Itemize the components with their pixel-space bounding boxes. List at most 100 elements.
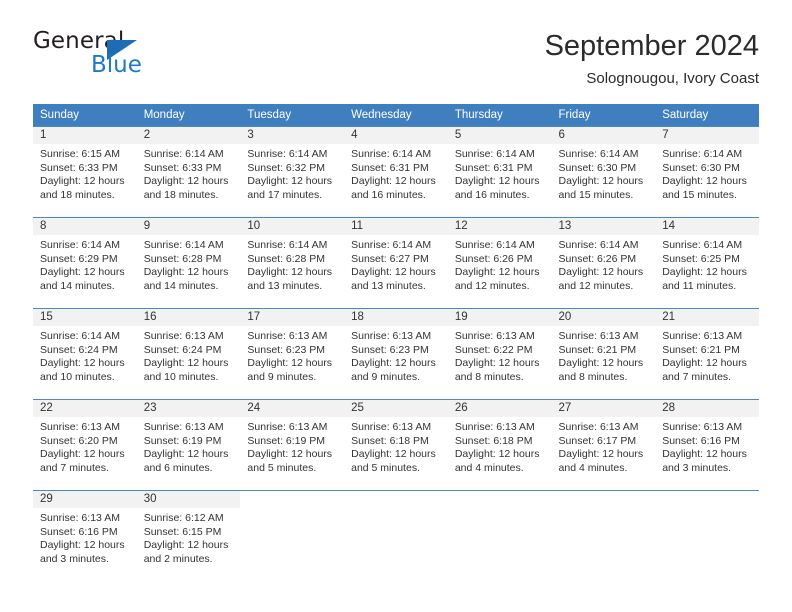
- daylight-text-line2: and 5 minutes.: [351, 461, 420, 474]
- daylight-text-line1: Daylight: 12 hours: [454, 266, 540, 279]
- calendar-day-cell[interactable]: 20 Sunrise: 6:13 AM Sunset: 6:21 PM Dayl…: [551, 308, 656, 400]
- daylight-text-line1: Daylight: 12 hours: [143, 175, 229, 188]
- sunrise-text: Sunrise: 6:13 AM: [40, 512, 120, 524]
- daylight-text-line2: and 16 minutes.: [351, 188, 426, 201]
- daylight-text-line1: Daylight: 12 hours: [247, 175, 333, 188]
- day-details: Sunrise: 6:14 AM Sunset: 6:25 PM Dayligh…: [655, 235, 759, 293]
- day-number: 28: [655, 400, 759, 417]
- daylight-text-line1: Daylight: 12 hours: [662, 448, 747, 461]
- day-details: Sunrise: 6:12 AM Sunset: 6:15 PM Dayligh…: [137, 508, 241, 566]
- sunset-text: Sunset: 6:29 PM: [40, 252, 118, 265]
- calendar-day-cell[interactable]: 18 Sunrise: 6:13 AM Sunset: 6:23 PM Dayl…: [344, 308, 448, 400]
- day-number: 10: [240, 218, 345, 235]
- day-details: Sunrise: 6:13 AM Sunset: 6:18 PM Dayligh…: [448, 417, 552, 475]
- day-details: Sunrise: 6:14 AM Sunset: 6:30 PM Dayligh…: [552, 144, 656, 202]
- day-details: Sunrise: 6:14 AM Sunset: 6:30 PM Dayligh…: [655, 144, 759, 202]
- calendar-day-cell[interactable]: 2 Sunrise: 6:14 AM Sunset: 6:33 PM Dayli…: [136, 126, 241, 218]
- daylight-text-line1: Daylight: 12 hours: [143, 448, 229, 461]
- weekday-header-thursday: Thursday: [447, 104, 552, 127]
- day-details: Sunrise: 6:13 AM Sunset: 6:17 PM Dayligh…: [552, 417, 656, 475]
- day-number: 5: [447, 127, 552, 144]
- daylight-text-line1: Daylight: 12 hours: [662, 175, 747, 188]
- sunset-text: Sunset: 6:18 PM: [351, 434, 429, 447]
- calendar-day-cell[interactable]: 21 Sunrise: 6:13 AM Sunset: 6:21 PM Dayl…: [655, 308, 759, 400]
- daylight-text-line2: and 18 minutes.: [143, 188, 219, 201]
- daylight-text-line2: and 7 minutes.: [662, 370, 732, 383]
- general-blue-logo[interactable]: General Blue: [33, 28, 233, 86]
- calendar-day-cell[interactable]: 25 Sunrise: 6:13 AM Sunset: 6:18 PM Dayl…: [344, 399, 448, 491]
- sunrise-text: Sunrise: 6:13 AM: [454, 330, 535, 342]
- daylight-text-line2: and 13 minutes.: [351, 279, 426, 292]
- calendar-day-cell[interactable]: 15 Sunrise: 6:14 AM Sunset: 6:24 PM Dayl…: [33, 308, 137, 400]
- daylight-text-line1: Daylight: 12 hours: [351, 266, 436, 279]
- sunset-text: Sunset: 6:24 PM: [143, 343, 222, 356]
- daylight-text-line2: and 8 minutes.: [454, 370, 524, 383]
- sunrise-text: Sunrise: 6:14 AM: [558, 239, 639, 251]
- calendar-day-cell[interactable]: 11 Sunrise: 6:14 AM Sunset: 6:27 PM Dayl…: [344, 217, 448, 309]
- daylight-text-line2: and 12 minutes.: [558, 279, 634, 292]
- day-number: 15: [33, 309, 137, 326]
- calendar-day-cell[interactable]: 13 Sunrise: 6:14 AM Sunset: 6:26 PM Dayl…: [551, 217, 656, 309]
- calendar-day-cell[interactable]: 14 Sunrise: 6:14 AM Sunset: 6:25 PM Dayl…: [655, 217, 759, 309]
- daylight-text-line2: and 3 minutes.: [662, 461, 732, 474]
- calendar-week-row: 8 Sunrise: 6:14 AM Sunset: 6:29 PM Dayli…: [33, 217, 759, 309]
- day-details: Sunrise: 6:14 AM Sunset: 6:32 PM Dayligh…: [240, 144, 344, 202]
- sunset-text: Sunset: 6:30 PM: [662, 161, 740, 174]
- sunset-text: Sunset: 6:25 PM: [662, 252, 740, 265]
- sunset-text: Sunset: 6:31 PM: [351, 161, 429, 174]
- calendar-day-cell[interactable]: 26 Sunrise: 6:13 AM Sunset: 6:18 PM Dayl…: [447, 399, 552, 491]
- daylight-text-line1: Daylight: 12 hours: [558, 266, 644, 279]
- sunset-text: Sunset: 6:16 PM: [40, 525, 118, 538]
- day-details: Sunrise: 6:13 AM Sunset: 6:19 PM Dayligh…: [137, 417, 241, 475]
- daylight-text-line1: Daylight: 12 hours: [143, 539, 229, 552]
- day-number: 18: [344, 309, 448, 326]
- calendar-day-cell[interactable]: 7 Sunrise: 6:14 AM Sunset: 6:30 PM Dayli…: [655, 126, 759, 218]
- day-number: 29: [33, 491, 137, 508]
- page-header: General Blue September 2024 Solognougou,…: [33, 28, 759, 90]
- day-number: 26: [447, 400, 552, 417]
- sunset-text: Sunset: 6:22 PM: [454, 343, 533, 356]
- daylight-text-line2: and 2 minutes.: [143, 552, 213, 565]
- daylight-text-line1: Daylight: 12 hours: [143, 357, 229, 370]
- calendar-day-cell-empty: [655, 490, 759, 581]
- day-number: 6: [551, 127, 656, 144]
- calendar-day-cell[interactable]: 6 Sunrise: 6:14 AM Sunset: 6:30 PM Dayli…: [551, 126, 656, 218]
- calendar-day-cell[interactable]: 24 Sunrise: 6:13 AM Sunset: 6:19 PM Dayl…: [240, 399, 345, 491]
- sunset-text: Sunset: 6:19 PM: [247, 434, 326, 447]
- calendar-day-cell[interactable]: 29 Sunrise: 6:13 AM Sunset: 6:16 PM Dayl…: [33, 490, 137, 581]
- calendar-day-cell[interactable]: 28 Sunrise: 6:13 AM Sunset: 6:16 PM Dayl…: [655, 399, 759, 491]
- day-details: Sunrise: 6:13 AM Sunset: 6:22 PM Dayligh…: [448, 326, 552, 384]
- day-number: 17: [240, 309, 345, 326]
- sunrise-text: Sunrise: 6:14 AM: [40, 239, 120, 251]
- daylight-text-line1: Daylight: 12 hours: [662, 357, 747, 370]
- calendar-day-cell[interactable]: 30 Sunrise: 6:12 AM Sunset: 6:15 PM Dayl…: [136, 490, 241, 581]
- day-number: 19: [447, 309, 552, 326]
- calendar-day-cell[interactable]: 1 Sunrise: 6:15 AM Sunset: 6:33 PM Dayli…: [33, 126, 137, 218]
- daylight-text-line1: Daylight: 12 hours: [351, 448, 436, 461]
- sunrise-text: Sunrise: 6:15 AM: [40, 148, 120, 160]
- calendar-day-cell[interactable]: 12 Sunrise: 6:14 AM Sunset: 6:26 PM Dayl…: [447, 217, 552, 309]
- calendar-day-cell[interactable]: 9 Sunrise: 6:14 AM Sunset: 6:28 PM Dayli…: [136, 217, 241, 309]
- weekday-header-tuesday: Tuesday: [240, 104, 345, 127]
- calendar-day-cell[interactable]: 16 Sunrise: 6:13 AM Sunset: 6:24 PM Dayl…: [136, 308, 241, 400]
- calendar-day-cell[interactable]: 3 Sunrise: 6:14 AM Sunset: 6:32 PM Dayli…: [240, 126, 345, 218]
- sunset-text: Sunset: 6:19 PM: [143, 434, 222, 447]
- calendar-day-cell[interactable]: 17 Sunrise: 6:13 AM Sunset: 6:23 PM Dayl…: [240, 308, 345, 400]
- calendar-week-row: 29 Sunrise: 6:13 AM Sunset: 6:16 PM Dayl…: [33, 490, 759, 581]
- sunrise-text: Sunrise: 6:13 AM: [558, 330, 639, 342]
- day-number: [655, 491, 759, 508]
- day-details: Sunrise: 6:14 AM Sunset: 6:31 PM Dayligh…: [448, 144, 552, 202]
- calendar-header-row: Sunday Monday Tuesday Wednesday Thursday…: [33, 104, 759, 127]
- calendar-day-cell[interactable]: 5 Sunrise: 6:14 AM Sunset: 6:31 PM Dayli…: [447, 126, 552, 218]
- calendar-day-cell[interactable]: 23 Sunrise: 6:13 AM Sunset: 6:19 PM Dayl…: [136, 399, 241, 491]
- calendar-day-cell[interactable]: 27 Sunrise: 6:13 AM Sunset: 6:17 PM Dayl…: [551, 399, 656, 491]
- logo-text-blue: Blue: [91, 52, 142, 78]
- title-block: September 2024 Solognougou, Ivory Coast: [545, 28, 759, 90]
- daylight-text-line2: and 13 minutes.: [247, 279, 323, 292]
- calendar-day-cell[interactable]: 22 Sunrise: 6:13 AM Sunset: 6:20 PM Dayl…: [33, 399, 137, 491]
- calendar-day-cell[interactable]: 19 Sunrise: 6:13 AM Sunset: 6:22 PM Dayl…: [447, 308, 552, 400]
- sunrise-text: Sunrise: 6:13 AM: [662, 421, 743, 433]
- calendar-day-cell[interactable]: 8 Sunrise: 6:14 AM Sunset: 6:29 PM Dayli…: [33, 217, 137, 309]
- calendar-day-cell[interactable]: 4 Sunrise: 6:14 AM Sunset: 6:31 PM Dayli…: [344, 126, 448, 218]
- calendar-day-cell[interactable]: 10 Sunrise: 6:14 AM Sunset: 6:28 PM Dayl…: [240, 217, 345, 309]
